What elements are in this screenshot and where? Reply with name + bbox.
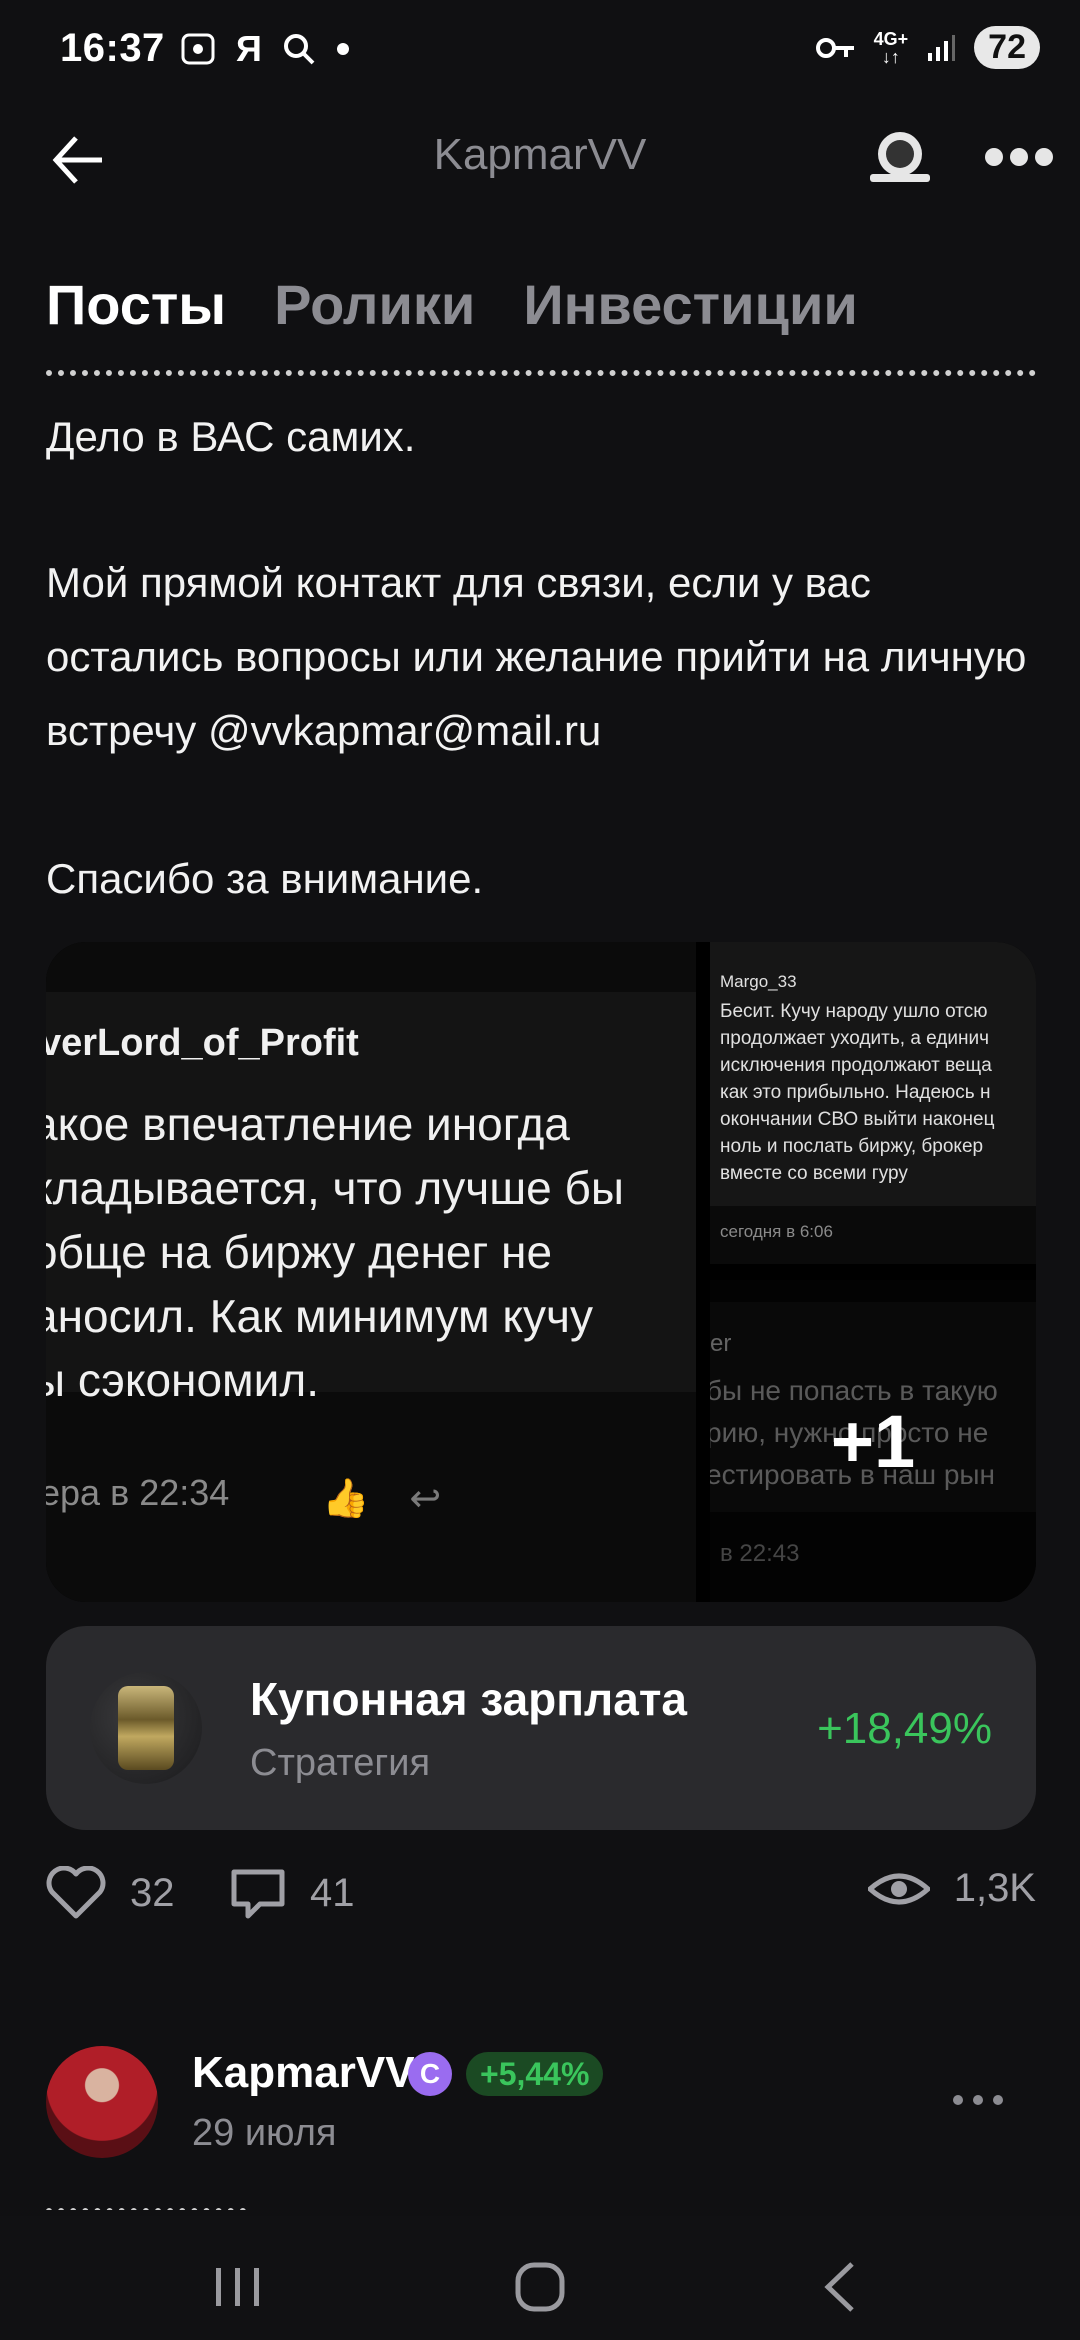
clipped-text-line — [46, 2196, 246, 2210]
strategy-subtitle: Стратегия — [250, 1742, 431, 1784]
profile-tabs: Посты Ролики Инвестиции — [46, 272, 858, 337]
recent-apps-icon[interactable] — [208, 2260, 268, 2314]
post-text-contact: Мой прямой контакт для связи, если у вас… — [46, 559, 1027, 754]
comment-icon — [231, 1869, 285, 1919]
battery-indicator: 72 — [974, 26, 1040, 69]
dot-icon — [336, 43, 349, 55]
yandex-icon: Я — [236, 28, 262, 69]
post-date: 29 июля — [192, 2112, 337, 2154]
strategy-title: Купонная зарплата — [250, 1673, 687, 1725]
gallery-icon — [181, 33, 215, 65]
heart-icon — [46, 1866, 106, 1919]
image-reaction-icons: 👍↩ — [322, 1478, 482, 1520]
views-indicator: 1,3K — [867, 1866, 1036, 1911]
eye-icon — [867, 1873, 930, 1904]
author-return-badge: +5,44% — [466, 2052, 604, 2096]
tab-videos[interactable]: Ролики — [274, 272, 475, 337]
gallery-image-top[interactable]: Margo_33 Бесит. Кучу народу ушло отсю пр… — [710, 942, 1036, 1264]
image-time: ера в 22:34 — [46, 1472, 230, 1513]
tab-investments[interactable]: Инвестиции — [523, 272, 857, 337]
profile-icon[interactable] — [868, 130, 932, 184]
author-badge: C — [408, 2052, 452, 2096]
post-text-line: Дело в ВАС самих. — [46, 413, 416, 460]
image-author: verLord_of_Profit — [46, 1022, 359, 1064]
views-count: 1,3K — [953, 1866, 1036, 1910]
search-icon — [283, 34, 315, 65]
gallery-image-main[interactable]: verLord_of_Profit акое впечатление иногд… — [46, 942, 696, 1602]
post-text-thanks: Спасибо за внимание. — [46, 855, 484, 902]
key-icon — [815, 37, 854, 58]
post-reactions: 32 41 1,3K — [46, 1866, 1036, 1936]
comments-count: 41 — [310, 1870, 355, 1915]
avatar[interactable] — [46, 2046, 158, 2158]
status-time: 16:37 — [60, 26, 165, 70]
like-button[interactable]: 32 — [46, 1866, 175, 1920]
image-gallery[interactable]: verLord_of_Profit акое впечатление иногд… — [46, 942, 1036, 1602]
arrow-left-icon[interactable] — [48, 130, 108, 190]
status-right: 4G+ ↓↑ 72 — [815, 26, 1040, 69]
tab-posts[interactable]: Посты — [46, 272, 226, 337]
more-images-counter[interactable]: +1 — [710, 1280, 1036, 1602]
likes-count: 32 — [130, 1870, 175, 1915]
system-navbar — [0, 2216, 1080, 2340]
signal-icon — [928, 34, 956, 61]
more-dots-icon[interactable] — [950, 2092, 1006, 2108]
home-icon[interactable] — [510, 2260, 570, 2314]
image-body: Бесит. Кучу народу ушло отсю продолжает … — [720, 1001, 995, 1184]
image-quote: акое впечатление иногда кладывается, что… — [46, 1098, 624, 1406]
clipped-text-line — [46, 362, 1036, 376]
back-icon[interactable] — [812, 2260, 872, 2314]
network-indicator: 4G+ ↓↑ — [873, 28, 909, 67]
gallery-image-bottom[interactable]: er бы не попасть в такую рию, нужно прос… — [710, 1280, 1036, 1602]
author-name[interactable]: KapmarVV — [192, 2048, 415, 2098]
strategy-coin-icon — [90, 1672, 202, 1784]
strategy-card[interactable]: Купонная зарплата Стратегия +18,49% — [46, 1626, 1036, 1830]
image-time: сегодня в 6:06 — [720, 1222, 833, 1241]
image-user: Margo_33 — [720, 972, 797, 991]
strategy-return: +18,49% — [817, 1704, 992, 1753]
comment-button[interactable]: 41 — [230, 1866, 355, 1920]
status-left-icons: Я — [180, 28, 350, 70]
more-dots-icon[interactable] — [984, 142, 1054, 172]
